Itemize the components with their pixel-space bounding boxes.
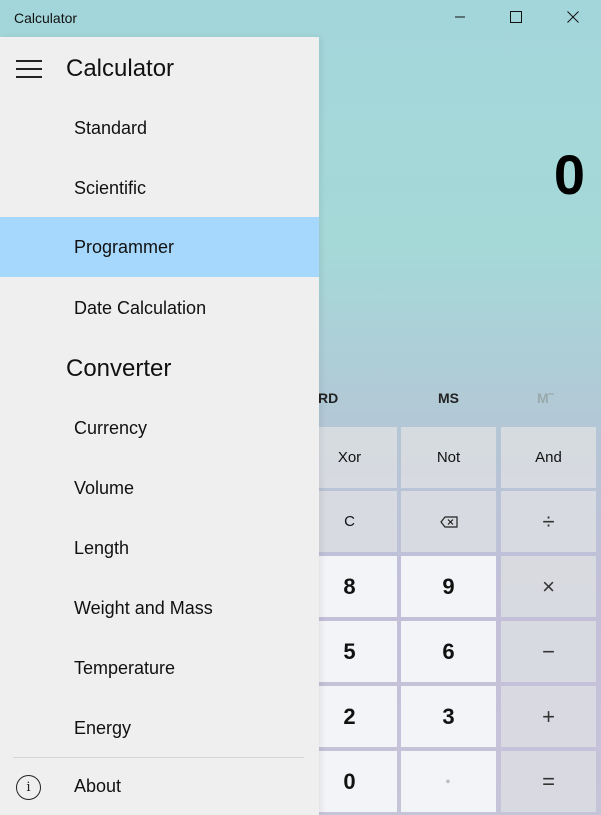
minimize-icon — [455, 16, 465, 18]
hamburger-icon-line — [16, 68, 42, 70]
divide-button[interactable]: ÷ — [501, 491, 596, 552]
info-icon: i — [16, 775, 41, 800]
memory-recall-button[interactable]: RD — [318, 390, 338, 406]
nav-item-programmer[interactable]: Programmer — [0, 217, 319, 277]
equals-button[interactable]: = — [501, 751, 596, 812]
window-title: Calculator — [14, 10, 78, 26]
memory-list-button[interactable]: M˜ — [537, 390, 553, 406]
nav-item-temperature[interactable]: Temperature — [0, 638, 319, 698]
hamburger-icon-line — [16, 76, 42, 78]
navigation-pane: Calculator Standard Scientific Programme… — [0, 37, 319, 815]
backspace-button[interactable] — [401, 491, 496, 552]
nav-item-standard[interactable]: Standard — [0, 98, 319, 158]
converter-section-header: Converter — [66, 355, 172, 382]
add-button[interactable]: + — [501, 686, 596, 747]
not-button[interactable]: Not — [401, 427, 496, 488]
hamburger-icon — [16, 60, 42, 62]
result-display: 0 — [553, 143, 585, 206]
multiply-button[interactable]: × — [501, 556, 596, 617]
digit-6-button[interactable]: 6 — [401, 621, 496, 682]
nav-item-volume[interactable]: Volume — [0, 458, 319, 518]
subtract-button[interactable]: − — [501, 621, 596, 682]
nav-title: Calculator — [66, 55, 175, 82]
maximize-icon — [510, 11, 522, 23]
backspace-icon — [439, 515, 458, 528]
nav-item-date-calculation[interactable]: Date Calculation — [0, 278, 319, 338]
nav-item-length[interactable]: Length — [0, 518, 319, 578]
minimize-button[interactable] — [432, 0, 488, 34]
nav-item-energy[interactable]: Energy — [0, 698, 319, 758]
maximize-button[interactable] — [488, 0, 544, 34]
decimal-button[interactable]: · — [401, 751, 496, 812]
menu-button[interactable] — [12, 53, 48, 85]
close-icon — [567, 11, 579, 23]
digit-3-button[interactable]: 3 — [401, 686, 496, 747]
and-button[interactable]: And — [501, 427, 596, 488]
nav-item-about[interactable]: i About — [0, 758, 319, 815]
memory-store-button[interactable]: MS — [438, 390, 459, 406]
close-button[interactable] — [545, 0, 601, 34]
digit-9-button[interactable]: 9 — [401, 556, 496, 617]
about-label: About — [74, 776, 122, 796]
title-bar: Calculator — [0, 0, 601, 36]
nav-item-scientific[interactable]: Scientific — [0, 158, 319, 218]
nav-item-currency[interactable]: Currency — [0, 398, 319, 458]
nav-item-weight-and-mass[interactable]: Weight and Mass — [0, 578, 319, 638]
